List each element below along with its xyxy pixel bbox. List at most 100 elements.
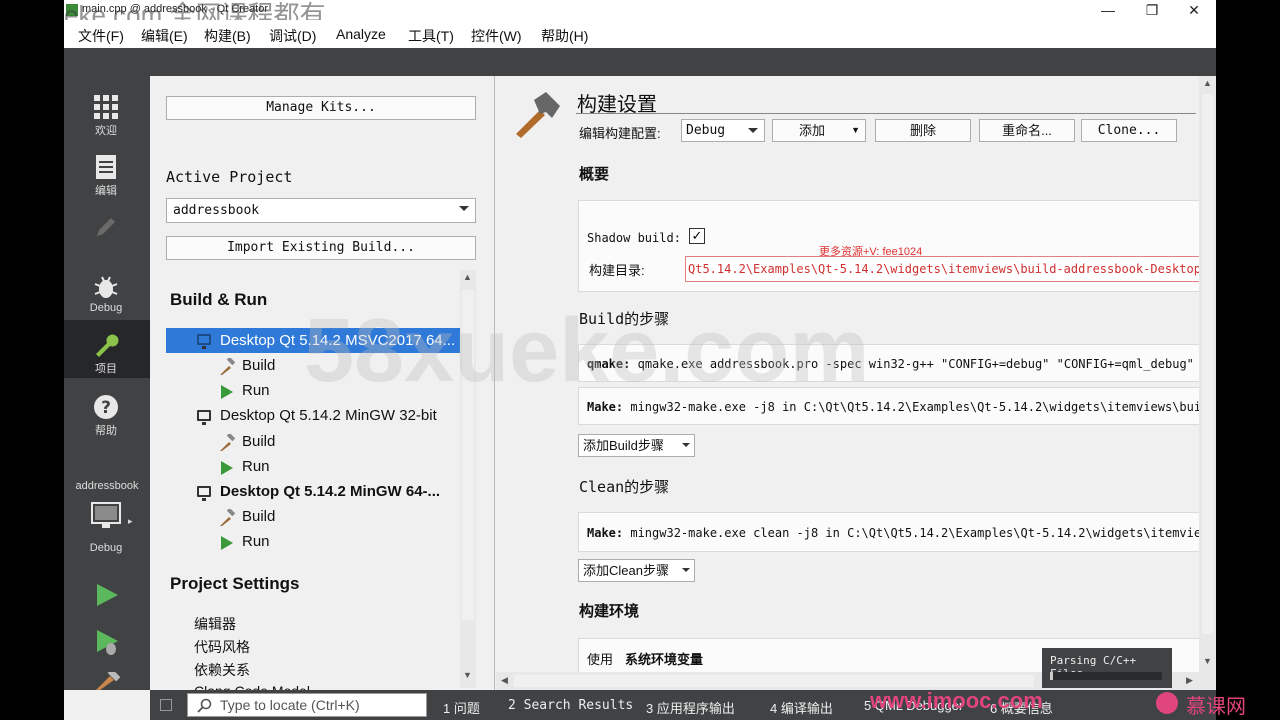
build-config-select[interactable]: Debug [681,119,765,142]
build-hammer-icon[interactable] [92,672,122,690]
project-settings-heading: Project Settings [170,574,300,593]
monitor-icon [197,334,211,349]
hammer-icon [220,509,236,526]
branding-name: 慕课网 [1186,696,1246,718]
menu-analyze[interactable]: Analyze [336,26,386,42]
kit-row-mingw64[interactable]: Desktop Qt 5.14.2 MinGW 64-... [166,480,460,505]
kit-mingw32-run-item[interactable]: Run [218,457,458,479]
run-icon[interactable] [94,582,120,608]
add-clean-step-button[interactable]: 添加Clean步骤 [578,559,695,582]
sidebar-toggle-icon[interactable] [160,699,172,711]
debug-run-icon[interactable] [94,628,120,656]
tab-compile-output[interactable]: 4 编译输出 [770,698,833,717]
search-icon [197,698,212,713]
menu-debug[interactable]: 调试(D) [269,26,316,46]
close-button[interactable]: ✕ [1174,0,1214,20]
settings-item-code-style[interactable]: 代码风格 [194,637,250,657]
mode-projects[interactable]: 项目 [64,320,150,378]
hammer-icon [220,434,236,451]
build-dir-input[interactable]: Qt5.14.2\Examples\Qt-5.14.2\widgets\item… [685,256,1209,282]
active-project-value: addressbook [173,203,260,218]
toolbar-strip [64,48,1216,76]
run-label: Run [242,458,270,475]
overview-heading: 概要 [579,166,610,183]
maximize-button[interactable]: ❐ [1132,0,1172,20]
scroll-down-icon: ▼ [1203,656,1212,666]
mode-debug-label: Debug [89,302,123,314]
monitor-icon [197,486,211,501]
menu-tools[interactable]: 工具(T) [408,26,454,46]
add-config-button[interactable]: 添加 ▼ [772,119,866,142]
mode-design[interactable] [64,202,150,260]
mode-edit[interactable]: 编辑 [64,142,150,200]
tab-search-results[interactable]: 2 Search Results [508,698,633,713]
mode-welcome-label: 欢迎 [95,125,117,137]
run-label: Run [242,382,270,399]
settings-item-clang-code-model[interactable]: Clang Code Model [194,683,310,690]
mode-edit-label: 编辑 [95,185,117,197]
tab-issues[interactable]: 1 问题 [443,698,480,717]
build-label: Build [242,508,276,525]
scroll-up-icon: ▲ [1203,78,1212,88]
menu-widgets[interactable]: 控件(W) [471,26,522,46]
chevron-down-icon [748,128,758,133]
target-arrow-icon: ▸ [128,516,133,526]
build-dir-label: 构建目录: [589,263,645,278]
chevron-down-icon [682,443,690,447]
clean-make-step-value: mingw32-make.exe clean -j8 in C:\Qt\Qt5.… [630,526,1202,540]
minimize-button[interactable]: — [1088,0,1128,20]
bug-icon [94,276,118,298]
settings-item-editor[interactable]: 编辑器 [194,614,236,634]
clean-make-step-panel[interactable]: Make: mingw32-make.exe clean -j8 in C:\Q… [578,512,1208,552]
add-clean-step-label: 添加Clean步骤 [583,563,669,578]
edit-config-label: 编辑构建配置: [579,126,661,141]
mode-welcome[interactable]: 欢迎 [64,82,150,140]
right-hscroll-thumb[interactable] [514,675,1034,687]
kit-mingw64-build-item[interactable]: Build [218,507,458,529]
clean-steps-heading: Clean的步骤 [579,478,670,496]
import-existing-build-button[interactable]: Import Existing Build... [166,236,476,260]
menu-help[interactable]: 帮助(H) [541,26,588,46]
play-icon [221,461,233,475]
kit-name: Desktop Qt 5.14.2 MinGW 32-bit [220,407,437,424]
svg-text:?: ? [101,398,111,418]
menu-edit[interactable]: 编辑(E) [141,26,188,46]
run-label: Run [242,533,270,550]
add-build-step-label: 添加Build步骤 [583,438,664,453]
target-selector[interactable]: ▸ Debug [64,496,150,558]
menu-build[interactable]: 构建(B) [204,26,251,46]
active-project-label: Active Project [166,168,293,186]
help-icon: ? [94,395,118,419]
active-project-select[interactable]: addressbook [166,198,476,223]
manage-kits-button[interactable]: Manage Kits... [166,96,476,120]
rename-config-button[interactable]: 重命名... [979,119,1075,142]
right-vertical-scrollbar[interactable]: ▲ ▼ [1199,76,1216,672]
qt-creator-window: main.cpp @ addressbook - Qt Creator eke.… [64,0,1216,720]
build-label: Build [242,357,276,374]
overview-panel: Shadow build: ✓ 更多资源+V: fee1024 构建目录: Qt… [578,200,1209,292]
build-config-value: Debug [686,123,726,138]
scroll-right-icon: ▶ [1186,675,1193,685]
right-scrollbar-thumb[interactable] [1202,94,1213,634]
clone-config-button[interactable]: Clone... [1081,119,1177,142]
mode-projects-label: 项目 [95,363,117,375]
kit-mingw64-run-item[interactable]: Run [218,532,458,554]
add-build-step-button[interactable]: 添加Build步骤 [578,434,695,457]
chevron-down-icon [682,568,690,572]
grid-icon [94,95,118,119]
parsing-progress-popup: Parsing C/C++ Files [1042,648,1172,688]
shadow-build-checkbox[interactable]: ✓ [689,228,705,244]
delete-config-button[interactable]: 删除 [875,119,971,142]
mode-help[interactable]: ? 帮助 [64,382,150,440]
mode-debug[interactable]: Debug [64,262,150,320]
menu-file[interactable]: 文件(F) [78,26,124,46]
mode-bar: 欢迎 编辑 Debug 项目 ? 帮助 addressbook ▸ Debug [64,76,150,690]
kit-name: Desktop Qt 5.14.2 MinGW 64-... [220,483,441,500]
kit-row-mingw32[interactable]: Desktop Qt 5.14.2 MinGW 32-bit [166,404,460,429]
locator-input[interactable]: Type to locate (Ctrl+K) [187,693,427,717]
settings-item-dependencies[interactable]: 依赖关系 [194,660,250,680]
add-config-label: 添加 [799,123,826,138]
parsing-progress-bar [1050,672,1162,680]
tab-application-output[interactable]: 3 应用程序输出 [646,698,735,717]
kit-mingw32-build-item[interactable]: Build [218,432,458,454]
